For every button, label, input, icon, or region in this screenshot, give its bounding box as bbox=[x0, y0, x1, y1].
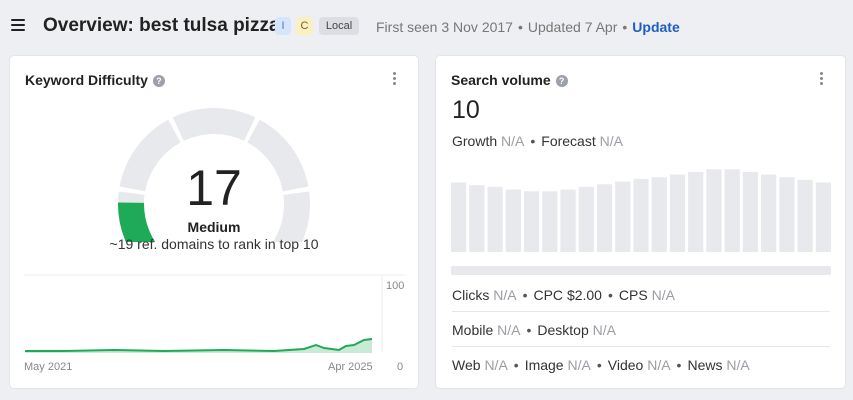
question-circle-icon[interactable]: ? bbox=[555, 75, 568, 87]
search-volume-title: Search volume? bbox=[451, 72, 568, 88]
intent-badge-commercial[interactable]: C bbox=[296, 17, 313, 35]
page-header: Overview: best tulsa pizza I C Local Fir… bbox=[0, 0, 853, 52]
first-seen-text: First seen 3 Nov 2017 bbox=[376, 19, 513, 35]
web-value: N/A bbox=[484, 357, 508, 373]
vertical-dots-icon[interactable] bbox=[391, 72, 397, 88]
gauge-segment bbox=[172, 108, 256, 141]
intent-badge-informational[interactable]: I bbox=[275, 17, 291, 35]
difficulty-history-chart bbox=[24, 274, 405, 353]
video-value: N/A bbox=[647, 357, 671, 373]
row-divider bbox=[452, 346, 830, 347]
volume-bar[interactable] bbox=[633, 178, 649, 252]
search-volume-value: 10 bbox=[452, 96, 480, 124]
keyword-difficulty-label: Keyword Difficulty bbox=[25, 72, 148, 88]
forecast-value: N/A bbox=[599, 133, 623, 149]
volume-bar[interactable] bbox=[505, 189, 521, 252]
volume-bar[interactable] bbox=[596, 184, 613, 252]
growth-label: Growth bbox=[452, 133, 498, 149]
difficulty-level: Medium bbox=[187, 219, 241, 235]
volume-bar[interactable] bbox=[688, 171, 704, 252]
volume-bar[interactable] bbox=[523, 191, 540, 252]
mobile-label: Mobile bbox=[452, 322, 494, 338]
clicks-row: Clicks N/A • CPC $2.00 • CPS N/A bbox=[452, 287, 675, 303]
news-value: N/A bbox=[726, 357, 750, 373]
volume-bar[interactable] bbox=[615, 181, 631, 252]
volume-bar[interactable] bbox=[761, 174, 777, 252]
volume-bar[interactable] bbox=[487, 186, 503, 252]
volume-bar[interactable] bbox=[542, 191, 558, 252]
volume-bar[interactable] bbox=[779, 177, 795, 252]
cpc-value: $2.00 bbox=[566, 287, 602, 303]
volume-bar[interactable] bbox=[742, 171, 759, 252]
image-label: Image bbox=[524, 357, 564, 373]
volume-bar[interactable] bbox=[469, 185, 485, 252]
clicks-label: Clicks bbox=[452, 287, 490, 303]
forecast-label: Forecast bbox=[541, 133, 596, 149]
difficulty-description: ~19 ref. domains to rank in top 10 bbox=[109, 236, 319, 252]
vertical-dots-icon[interactable] bbox=[818, 72, 824, 88]
growth-value: N/A bbox=[501, 133, 525, 149]
desktop-label: Desktop bbox=[537, 322, 589, 338]
keyword-difficulty-card: Keyword Difficulty? 17 Medium ~19 ref. d… bbox=[10, 56, 418, 388]
updated-text: Updated 7 Apr bbox=[527, 19, 618, 35]
update-button[interactable]: Update bbox=[632, 19, 679, 35]
chart-range-scrollbar[interactable] bbox=[451, 266, 831, 275]
video-label: Video bbox=[607, 357, 644, 373]
volume-bar[interactable] bbox=[651, 177, 667, 252]
separator-dot: • bbox=[622, 19, 628, 35]
volume-bar[interactable] bbox=[797, 179, 813, 252]
keyword-difficulty-score: 17 bbox=[186, 160, 242, 216]
volume-bar[interactable] bbox=[578, 186, 594, 252]
page-title: Overview: best tulsa pizza bbox=[43, 15, 280, 36]
growth-forecast-row: Growth N/A • Forecast N/A bbox=[452, 133, 623, 149]
row-divider bbox=[452, 311, 830, 312]
news-label: News bbox=[687, 357, 723, 373]
desktop-value: N/A bbox=[592, 322, 616, 338]
cpc-label: CPC bbox=[533, 287, 564, 303]
image-value: N/A bbox=[567, 357, 591, 373]
search-type-row: Web N/A • Image N/A • Video N/A • News N/A bbox=[452, 357, 750, 373]
keyword-difficulty-title: Keyword Difficulty? bbox=[25, 72, 165, 88]
question-circle-icon[interactable]: ? bbox=[152, 75, 165, 87]
chart-y-max-label: 100 bbox=[386, 280, 405, 292]
cps-value: N/A bbox=[651, 287, 675, 303]
cps-label: CPS bbox=[618, 287, 648, 303]
search-volume-card: Search volume? 10 Growth N/A • Forecast N/… bbox=[436, 56, 845, 388]
volume-bar[interactable] bbox=[724, 169, 740, 252]
header-meta: First seen 3 Nov 2017 • Updated 7 Apr • Upda… bbox=[376, 19, 680, 35]
volume-bar[interactable] bbox=[560, 189, 576, 252]
web-label: Web bbox=[452, 357, 481, 373]
chart-x-start-label: May 2021 bbox=[24, 361, 73, 373]
search-volume-bar-chart bbox=[451, 169, 831, 252]
mobile-value: N/A bbox=[497, 322, 521, 338]
volume-bar[interactable] bbox=[451, 182, 467, 252]
volume-bar[interactable] bbox=[706, 169, 722, 252]
hamburger-menu-icon[interactable] bbox=[11, 19, 25, 31]
intent-badge-local[interactable]: Local bbox=[319, 17, 359, 35]
separator-dot: • bbox=[517, 19, 523, 35]
chart-x-end-label: Apr 2025 bbox=[328, 361, 373, 373]
volume-bar[interactable] bbox=[815, 182, 831, 252]
volume-bar[interactable] bbox=[669, 174, 686, 252]
clicks-value: N/A bbox=[493, 287, 517, 303]
chart-y-min-label: 0 bbox=[397, 361, 404, 373]
device-row: Mobile N/A • Desktop N/A bbox=[452, 322, 616, 338]
search-volume-label: Search volume bbox=[451, 72, 551, 88]
